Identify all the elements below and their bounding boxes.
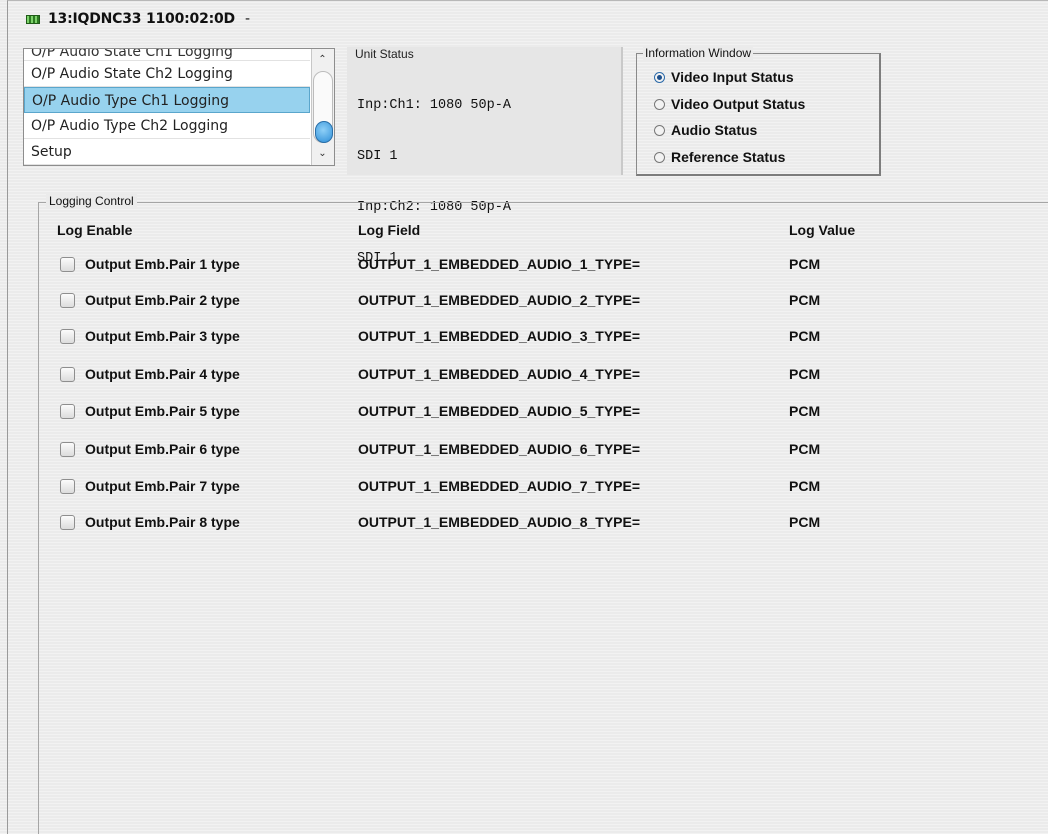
log-enable-checkbox[interactable] [60, 257, 75, 272]
log-row-value: PCM [789, 514, 821, 530]
menu-list-items: O/P Audio State Ch1 Logging O/P Audio St… [24, 49, 310, 165]
scroll-track[interactable] [313, 71, 333, 143]
log-row-value: PCM [789, 441, 821, 457]
log-row: Output Emb.Pair 2 type OUTPUT_1_EMBEDDED… [0, 292, 1048, 316]
log-row-value: PCM [789, 403, 821, 419]
scroll-thumb[interactable] [315, 121, 333, 143]
log-row-value: PCM [789, 256, 821, 272]
log-row-field: OUTPUT_1_EMBEDDED_AUDIO_8_TYPE= [358, 514, 641, 530]
log-row: Output Emb.Pair 7 type OUTPUT_1_EMBEDDED… [0, 478, 1048, 502]
list-item[interactable]: Setup [24, 139, 310, 165]
log-enable-checkbox[interactable] [60, 442, 75, 457]
radio-selected-icon[interactable] [654, 71, 665, 83]
log-enable-checkbox[interactable] [60, 479, 75, 494]
log-row-label: Output Emb.Pair 5 type [85, 403, 240, 419]
logging-control-caption: Logging Control [46, 194, 137, 208]
radio-reference-status[interactable]: Reference Status [654, 149, 785, 165]
log-enable-checkbox[interactable] [60, 367, 75, 382]
log-row: Output Emb.Pair 5 type OUTPUT_1_EMBEDDED… [0, 403, 1048, 427]
unit-status-line: Inp:Ch1: 1080 50p-A [357, 98, 511, 113]
information-window-group: Information Window Video Input Status Vi… [636, 46, 881, 176]
header-log-enable: Log Enable [57, 222, 133, 238]
window-title: 13:IQDNC33 1100:02:0D [48, 11, 235, 27]
log-row-value: PCM [789, 478, 821, 494]
log-row: Output Emb.Pair 1 type OUTPUT_1_EMBEDDED… [0, 256, 1048, 280]
log-row-field: OUTPUT_1_EMBEDDED_AUDIO_6_TYPE= [358, 441, 641, 457]
radio-label: Reference Status [671, 149, 786, 165]
radio-video-input-status[interactable]: Video Input Status [654, 69, 794, 85]
radio-audio-status[interactable]: Audio Status [654, 122, 757, 138]
log-enable-checkbox[interactable] [60, 293, 75, 308]
scroll-down-icon[interactable]: ⌄ [314, 146, 331, 162]
log-row-value: PCM [789, 292, 821, 308]
log-row-field: OUTPUT_1_EMBEDDED_AUDIO_7_TYPE= [358, 478, 641, 494]
log-row-label: Output Emb.Pair 4 type [85, 366, 240, 382]
title-bar: 13:IQDNC33 1100:02:0D - [26, 6, 250, 32]
list-item[interactable]: O/P Audio State Ch1 Logging [24, 49, 310, 61]
log-row-label: Output Emb.Pair 8 type [85, 514, 240, 530]
log-row-value: PCM [789, 328, 821, 344]
radio-icon[interactable] [654, 151, 665, 163]
log-row-label: Output Emb.Pair 1 type [85, 256, 240, 272]
radio-icon[interactable] [654, 98, 665, 110]
unit-status-panel: Unit Status Inp:Ch1: 1080 50p-A SDI 1 In… [347, 47, 623, 266]
listbox-scrollbar[interactable]: ⌃ ⌄ [311, 49, 334, 165]
log-row: Output Emb.Pair 6 type OUTPUT_1_EMBEDDED… [0, 441, 1048, 465]
log-row-value: PCM [789, 366, 821, 382]
log-row-field: OUTPUT_1_EMBEDDED_AUDIO_3_TYPE= [358, 328, 641, 344]
log-row-field: OUTPUT_1_EMBEDDED_AUDIO_1_TYPE= [358, 256, 641, 272]
header-log-value: Log Value [789, 222, 856, 238]
log-row-field: OUTPUT_1_EMBEDDED_AUDIO_4_TYPE= [358, 366, 641, 382]
log-enable-checkbox[interactable] [60, 515, 75, 530]
log-enable-checkbox[interactable] [60, 404, 75, 419]
log-row-label: Output Emb.Pair 6 type [85, 441, 240, 457]
log-row-label: Output Emb.Pair 3 type [85, 328, 240, 344]
list-item-selected[interactable]: O/P Audio Type Ch1 Logging [24, 87, 310, 113]
radio-icon[interactable] [654, 124, 665, 136]
radio-label: Audio Status [671, 122, 758, 138]
log-row-field: OUTPUT_1_EMBEDDED_AUDIO_2_TYPE= [358, 292, 641, 308]
list-item[interactable]: O/P Audio Type Ch2 Logging [24, 113, 310, 139]
log-row-label: Output Emb.Pair 7 type [85, 478, 240, 494]
information-window-caption: Information Window [643, 46, 754, 60]
list-item[interactable]: O/P Audio State Ch2 Logging [24, 61, 310, 87]
device-card-icon [26, 14, 40, 24]
log-row: Output Emb.Pair 8 type OUTPUT_1_EMBEDDED… [0, 514, 1048, 538]
unit-status-caption: Unit Status [355, 47, 414, 61]
menu-listbox[interactable]: O/P Audio State Ch1 Logging O/P Audio St… [23, 48, 335, 166]
log-row: Output Emb.Pair 4 type OUTPUT_1_EMBEDDED… [0, 366, 1048, 390]
title-suffix: - [244, 11, 250, 27]
log-row-label: Output Emb.Pair 2 type [85, 292, 240, 308]
radio-label: Video Input Status [671, 69, 794, 85]
radio-video-output-status[interactable]: Video Output Status [654, 96, 805, 112]
log-row-field: OUTPUT_1_EMBEDDED_AUDIO_5_TYPE= [358, 403, 641, 419]
unit-status-line: SDI 1 [357, 149, 398, 164]
scroll-up-icon[interactable]: ⌃ [314, 52, 331, 68]
log-enable-checkbox[interactable] [60, 329, 75, 344]
radio-label: Video Output Status [671, 96, 806, 112]
log-row: Output Emb.Pair 3 type OUTPUT_1_EMBEDDED… [0, 328, 1048, 352]
header-log-field: Log Field [358, 222, 421, 238]
